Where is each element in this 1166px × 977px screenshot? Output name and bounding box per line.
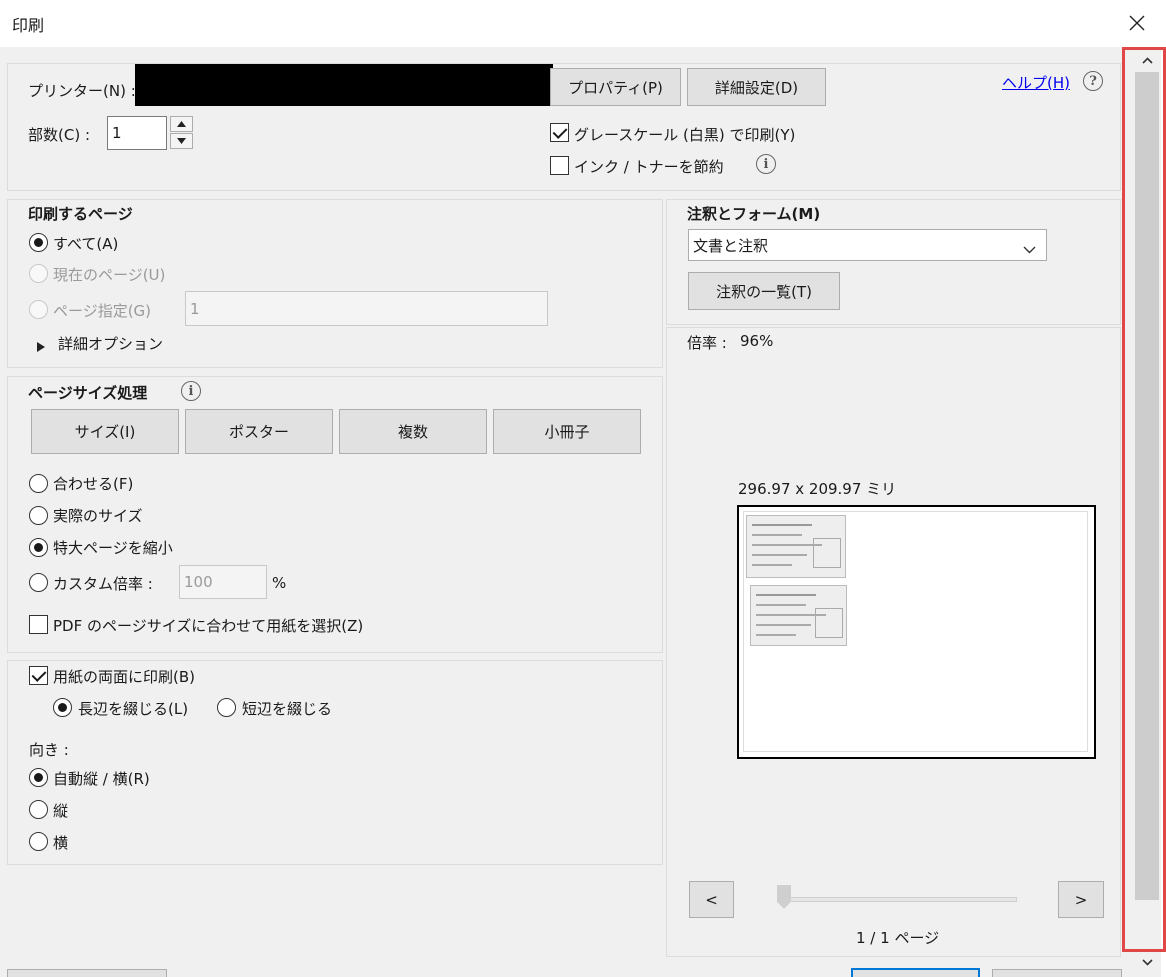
advanced-settings-button[interactable]: 詳細設定(D) xyxy=(687,68,826,106)
info-icon[interactable]: i xyxy=(181,381,201,401)
pages-all-radio[interactable] xyxy=(29,233,48,252)
help-icon[interactable]: ? xyxy=(1083,71,1103,91)
preview-panel: 倍率 : 96% 296.97 x 209.97 ミリ < > 1 / 1 ペー… xyxy=(666,327,1121,957)
actual-size-radio[interactable] xyxy=(29,506,48,525)
close-icon[interactable] xyxy=(1120,6,1154,40)
pages-range-label: ページ指定(G) xyxy=(53,302,152,320)
triangle-right-icon[interactable] xyxy=(37,338,45,356)
page-setup-button[interactable] xyxy=(7,969,167,977)
tab-multiple[interactable]: 複数 xyxy=(339,409,487,454)
receipt-thumbnail xyxy=(746,515,846,578)
long-edge-label: 長辺を綴じる(L) xyxy=(78,700,189,718)
info-icon[interactable]: i xyxy=(756,154,776,174)
copies-label: 部数(C) : xyxy=(28,126,90,144)
more-options-toggle[interactable]: 詳細オプション xyxy=(58,333,163,354)
page-indicator: 1 / 1 ページ xyxy=(856,929,940,947)
ink-save-label: インク / トナーを節約 xyxy=(574,158,724,176)
orientation-landscape-label: 横 xyxy=(53,834,69,852)
printer-panel: プリンター(N) : プロパティ(P) 詳細設定(D) ヘルプ(H) ? 部数(… xyxy=(7,63,1121,191)
paper-dimensions: 296.97 x 209.97 ミリ xyxy=(738,480,897,498)
duplex-panel: 用紙の両面に印刷(B) 長辺を綴じる(L) 短辺を綴じる 向き : 自動縦 / … xyxy=(7,660,663,865)
pages-range-radio[interactable] xyxy=(29,300,48,319)
zoom-value: 96% xyxy=(740,332,774,350)
actual-size-label: 実際のサイズ xyxy=(53,507,143,525)
page-slider-track[interactable] xyxy=(785,897,1017,902)
orientation-heading: 向き : xyxy=(29,741,69,759)
annotations-select[interactable]: 文書と注釈 xyxy=(688,229,1047,261)
next-page-button[interactable]: > xyxy=(1058,881,1104,918)
pages-panel: 印刷するページ すべて(A) 現在のページ(U) ページ指定(G) 1 詳細オプ… xyxy=(7,199,663,368)
tab-size[interactable]: サイズ(I) xyxy=(31,409,179,454)
orientation-auto-radio[interactable] xyxy=(29,768,48,787)
duplex-checkbox[interactable] xyxy=(29,666,48,685)
zoom-label: 倍率 : xyxy=(687,334,727,352)
title-bar: 印刷 xyxy=(0,0,1166,47)
orientation-portrait-radio[interactable] xyxy=(29,800,48,819)
fit-label: 合わせる(F) xyxy=(53,475,134,493)
dialog-body: プリンター(N) : プロパティ(P) 詳細設定(D) ヘルプ(H) ? 部数(… xyxy=(0,47,1132,977)
cancel-button[interactable] xyxy=(992,969,1122,977)
printer-select-redacted[interactable] xyxy=(135,64,553,106)
printer-label: プリンター(N) : xyxy=(28,82,136,100)
pages-heading: 印刷するページ xyxy=(28,205,133,223)
annotations-heading: 注釈とフォーム(M) xyxy=(687,205,821,223)
receipt-thumbnail xyxy=(750,585,847,646)
scroll-down-icon[interactable] xyxy=(1136,955,1158,969)
ink-save-checkbox[interactable] xyxy=(550,156,569,175)
long-edge-radio[interactable] xyxy=(53,698,72,717)
page-sheet xyxy=(743,511,1088,752)
orientation-auto-label: 自動縦 / 横(R) xyxy=(53,770,150,788)
short-edge-radio[interactable] xyxy=(217,698,236,717)
highlight-annotation-box xyxy=(1122,47,1166,952)
orientation-portrait-label: 縦 xyxy=(53,802,69,820)
duplex-label: 用紙の両面に印刷(B) xyxy=(53,668,195,686)
pages-all-label: すべて(A) xyxy=(53,235,119,253)
pages-range-input[interactable]: 1 xyxy=(185,291,548,326)
shrink-radio[interactable] xyxy=(29,538,48,557)
caret-down-icon[interactable] xyxy=(170,133,193,149)
page-slider-thumb[interactable] xyxy=(777,885,791,909)
pdf-paper-label: PDF のページサイズに合わせて用紙を選択(Z) xyxy=(53,617,364,635)
grayscale-checkbox[interactable] xyxy=(550,123,569,142)
tab-poster[interactable]: ポスター xyxy=(185,409,333,454)
properties-button[interactable]: プロパティ(P) xyxy=(550,68,681,106)
copies-input[interactable]: 1 xyxy=(107,116,167,150)
short-edge-label: 短辺を綴じる xyxy=(242,700,333,718)
custom-scale-input[interactable]: 100 xyxy=(179,565,267,599)
tab-booklet[interactable]: 小冊子 xyxy=(493,409,641,454)
sizing-panel: ページサイズ処理 i サイズ(I) ポスター 複数 小冊子 合わせる(F) 実際… xyxy=(7,376,663,653)
grayscale-label: グレースケール (白黒) で印刷(Y) xyxy=(574,126,796,144)
custom-scale-label: カスタム倍率 : xyxy=(53,575,153,593)
fit-radio[interactable] xyxy=(29,474,48,493)
shrink-label: 特大ページを縮小 xyxy=(53,539,173,557)
pages-current-radio[interactable] xyxy=(29,264,48,283)
custom-scale-radio[interactable] xyxy=(29,573,48,592)
pages-current-label: 現在のページ(U) xyxy=(53,266,166,284)
chevron-down-icon xyxy=(1023,240,1036,258)
window-title: 印刷 xyxy=(12,16,45,35)
print-button[interactable] xyxy=(851,968,980,977)
page-preview xyxy=(737,505,1096,759)
pdf-paper-checkbox[interactable] xyxy=(29,615,48,634)
orientation-landscape-radio[interactable] xyxy=(29,832,48,851)
caret-up-icon[interactable] xyxy=(170,116,193,132)
prev-page-button[interactable]: < xyxy=(689,881,734,918)
sizing-heading: ページサイズ処理 xyxy=(28,384,148,402)
percent-label: % xyxy=(272,574,287,592)
annotations-panel: 注釈とフォーム(M) 文書と注釈 注釈の一覧(T) xyxy=(666,199,1121,325)
annotation-summary-button[interactable]: 注釈の一覧(T) xyxy=(688,272,840,310)
help-link[interactable]: ヘルプ(H) xyxy=(1002,72,1070,93)
